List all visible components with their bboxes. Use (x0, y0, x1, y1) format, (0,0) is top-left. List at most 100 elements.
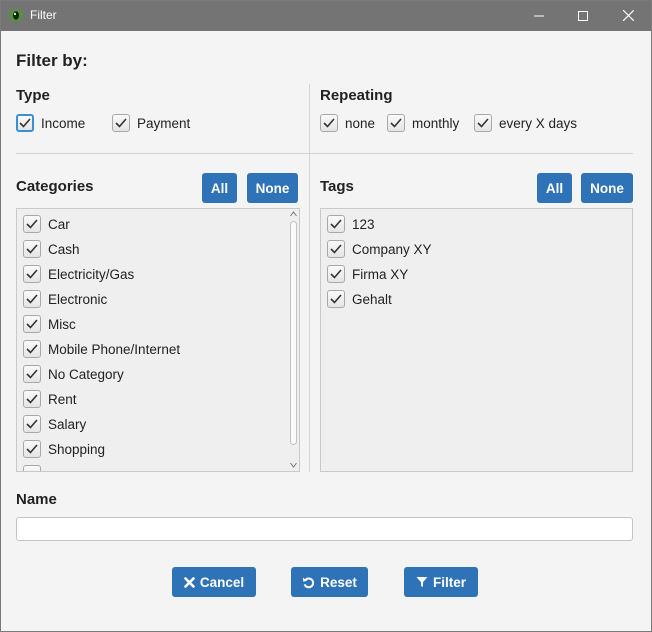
list-item[interactable]: Electronic (23, 290, 107, 308)
check-icon (26, 394, 38, 404)
check-icon (330, 294, 342, 304)
list-item[interactable]: Rent (23, 390, 77, 408)
check-icon (330, 269, 342, 279)
close-icon (184, 576, 195, 588)
categories-section-title: Categories (16, 178, 94, 195)
check-icon (26, 419, 38, 429)
cancel-button[interactable]: Cancel (172, 567, 256, 597)
tag-label: Gehalt (352, 291, 392, 307)
filter-by-heading: Filter by: (16, 51, 88, 70)
close-button[interactable] (606, 0, 651, 31)
list-item[interactable]: Car (23, 215, 70, 233)
list-item[interactable]: Firma XY (327, 265, 408, 283)
list-item[interactable]: Electricity/Gas (23, 265, 134, 283)
checkbox-box[interactable] (23, 215, 41, 233)
check-icon (330, 244, 342, 254)
window-title: Filter (30, 8, 57, 22)
checkbox-box[interactable] (23, 390, 41, 408)
list-item[interactable]: Company XY (327, 240, 432, 258)
list-item[interactable]: Shopping (23, 440, 105, 458)
checkbox-box[interactable] (23, 340, 41, 358)
checkbox-box[interactable] (23, 290, 41, 308)
app-eye-icon (9, 9, 23, 22)
list-item[interactable]: Misc (23, 315, 76, 333)
checkbox-box[interactable] (112, 114, 130, 132)
maximize-button[interactable] (560, 0, 605, 31)
list-item[interactable]: Gehalt (327, 290, 392, 308)
repeating-section-title: Repeating (320, 87, 393, 104)
check-icon (26, 369, 38, 379)
list-item[interactable]: No Category (23, 365, 124, 383)
list-item[interactable]: Cash (23, 240, 80, 258)
checkbox-box[interactable] (327, 240, 345, 258)
tags-section-title: Tags (320, 178, 354, 195)
checkbox-box[interactable] (16, 114, 34, 132)
name-section-title: Name (16, 491, 57, 508)
minimize-icon (533, 15, 544, 16)
repeating-monthly-checkbox[interactable]: monthly (387, 114, 459, 132)
check-icon (26, 294, 38, 304)
checkbox-box[interactable] (327, 265, 345, 283)
checkbox-box[interactable] (23, 365, 41, 383)
checkbox-box[interactable] (474, 114, 492, 132)
category-label: Misc (48, 316, 76, 332)
close-icon (623, 10, 634, 21)
check-icon (19, 118, 31, 128)
tags-none-button[interactable]: None (581, 173, 633, 203)
undo-icon (303, 577, 315, 588)
tags-all-button[interactable]: All (537, 173, 572, 203)
tag-label: Company XY (352, 241, 432, 257)
checkbox-box[interactable] (320, 114, 338, 132)
reset-button[interactable]: Reset (291, 567, 368, 597)
cancel-button-label: Cancel (199, 574, 245, 590)
payment-checkbox[interactable]: Payment (112, 114, 190, 132)
check-icon (390, 118, 402, 128)
check-icon (26, 444, 38, 454)
repeating-none-checkbox[interactable]: none (320, 114, 375, 132)
funnel-icon (416, 577, 428, 587)
vertical-divider (309, 84, 310, 472)
maximize-icon (577, 10, 588, 21)
check-icon (477, 118, 489, 128)
reset-button-label: Reset (320, 574, 357, 590)
minimize-button[interactable] (516, 0, 561, 31)
categories-all-button[interactable]: All (202, 173, 237, 203)
list-item[interactable]: Salary (23, 415, 86, 433)
scroll-thumb[interactable] (290, 221, 297, 445)
checkbox-box[interactable] (23, 240, 41, 258)
check-icon (26, 344, 38, 354)
filter-button[interactable]: Filter (404, 567, 478, 597)
checkbox-box[interactable] (23, 265, 41, 283)
list-item[interactable]: Mobile Phone/Internet (23, 340, 180, 358)
repeating-monthly-label: monthly (412, 115, 460, 131)
income-checkbox[interactable]: Income (16, 114, 85, 132)
repeating-every-x-days-label: every X days (499, 115, 578, 131)
scroll-down-arrow-icon (290, 462, 297, 468)
name-input[interactable] (16, 517, 633, 541)
categories-list[interactable]: Car Cash Electricity/Gas Electronic Misc… (16, 208, 300, 472)
check-icon (26, 269, 38, 279)
category-label: Rent (48, 391, 77, 407)
checkbox-box[interactable] (327, 215, 345, 233)
tags-list[interactable]: 123 Company XY Firma XY Gehalt (320, 208, 633, 472)
checkbox-box (23, 465, 41, 471)
checkbox-box[interactable] (327, 290, 345, 308)
repeating-every-x-days-checkbox[interactable]: every X days (474, 114, 577, 132)
check-icon (26, 219, 38, 229)
checkbox-box[interactable] (23, 315, 41, 333)
checkbox-box[interactable] (23, 415, 41, 433)
horizontal-divider (16, 153, 633, 154)
list-item[interactable]: 123 (327, 215, 375, 233)
payment-label: Payment (137, 115, 191, 131)
tag-label: Firma XY (352, 266, 409, 282)
checkbox-box[interactable] (23, 440, 41, 458)
tag-label: 123 (352, 216, 375, 232)
income-label: Income (41, 115, 86, 131)
list-item-partial (23, 465, 48, 471)
category-label: Car (48, 216, 70, 232)
check-icon (330, 219, 342, 229)
categories-scrollbar[interactable] (287, 209, 299, 471)
check-icon (26, 244, 38, 254)
checkbox-box[interactable] (387, 114, 405, 132)
categories-none-button[interactable]: None (247, 173, 298, 203)
